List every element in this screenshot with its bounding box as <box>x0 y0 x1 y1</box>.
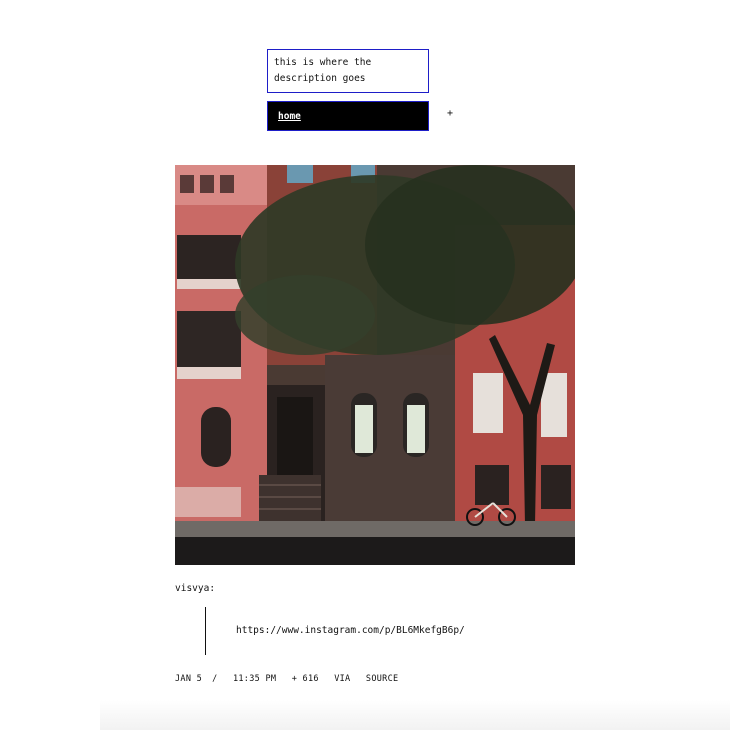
post-photo <box>175 165 575 565</box>
expand-toggle-icon[interactable]: + <box>447 108 453 119</box>
note-count[interactable]: + 616 <box>292 674 319 684</box>
nav-home-link[interactable]: home <box>278 111 301 122</box>
quote-divider <box>205 607 206 655</box>
via-link[interactable]: VIA <box>334 674 350 684</box>
source-link[interactable]: SOURCE <box>366 674 399 684</box>
description-text: this is where the description goes <box>274 57 372 84</box>
blog-description: this is where the description goes <box>267 49 429 93</box>
post-date[interactable]: JAN 5 <box>175 674 202 684</box>
page-fade <box>100 700 730 730</box>
instagram-link[interactable]: https://www.instagram.com/p/BL6MkefgB6p/ <box>236 625 465 636</box>
navigation-bar: home <box>267 101 429 131</box>
post-time[interactable]: 11:35 PM <box>233 674 276 684</box>
post-author[interactable]: visvya: <box>175 583 215 594</box>
post-meta: JAN 5 / 11:35 PM + 616 VIA SOURCE <box>175 674 408 684</box>
meta-separator: / <box>212 674 218 684</box>
